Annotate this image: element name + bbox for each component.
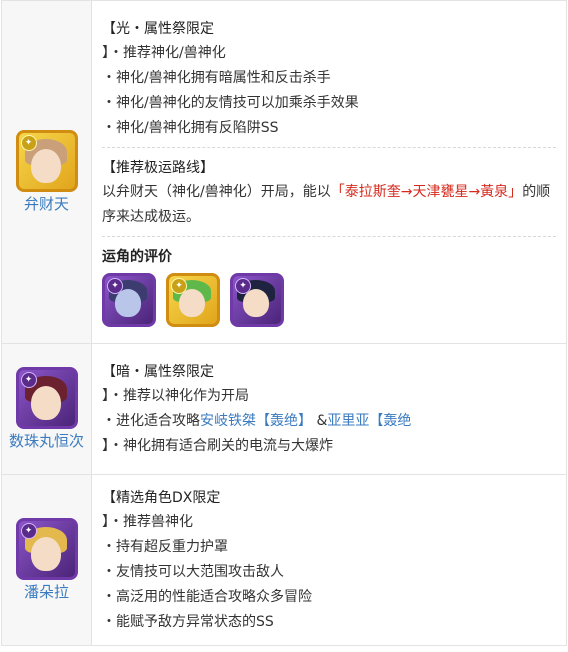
dashed-divider	[102, 236, 556, 237]
description-cell: 【暗・属性祭限定 】・推荐以神化作为开局 ・进化适合攻略安岐铁桀【轰绝】 &亚里…	[91, 343, 567, 475]
dark-dragon-portrait-icon[interactable]: ✦	[102, 273, 156, 327]
section-heading: 【暗・属性祭限定	[102, 363, 214, 380]
table-row: ✦ 潘朵拉 【精选角色DX限定 】・推荐兽神化 ・持有超反重力护罩 ・友情技可以…	[1, 474, 567, 646]
quest-link[interactable]: 安岐铁桀【轰绝】	[200, 413, 312, 429]
feature-line: 】・神化拥有适合刷关的电流与大爆炸	[102, 437, 333, 454]
feature-line: 】・推荐兽神化	[102, 513, 193, 530]
dark-attribute-icon: ✦	[235, 278, 251, 294]
route-text: 以弁财天（神化/兽神化）开局，能以「泰拉斯奎→天津甕星→黃泉」的顺序来达成极运。	[102, 180, 556, 230]
feature-line: ・持有超反重力护罩	[102, 538, 228, 555]
description-cell: 【精选角色DX限定 】・推荐兽神化 ・持有超反重力护罩 ・友情技可以大范围攻击敌…	[91, 474, 567, 646]
dashed-divider	[102, 147, 556, 148]
character-name-link[interactable]: 弁财天	[2, 194, 91, 215]
dark-attribute-icon: ✦	[20, 522, 37, 539]
face-shape	[30, 148, 61, 183]
section-heading: 【光・属性祭限定	[102, 21, 214, 37]
table-row: ✦ 数珠丸恒次 【暗・属性祭限定 】・推荐以神化作为开局 ・进化适合攻略安岐铁桀…	[1, 343, 567, 475]
dark-swordsman-portrait-icon[interactable]: ✦	[230, 273, 284, 327]
feature-line: ・能赋予敌方异常状态的SS	[102, 613, 274, 630]
benzaiten-portrait-icon[interactable]: ✦	[15, 129, 78, 192]
route-highlight: 「泰拉斯奎→天津甕星→黃泉」	[330, 184, 523, 200]
feature-line: 】・推荐神化/兽神化	[102, 45, 226, 61]
character-table: ✦ 弁财天 【光・属性祭限定 】・推荐神化/兽神化 ・神化/兽神化拥有暗属性和反…	[1, 0, 567, 646]
light-attribute-icon: ✦	[171, 278, 187, 294]
eval-title: 运角的评价	[102, 249, 172, 265]
feature-line: ・高泛用的性能适合攻略众多冒险	[102, 588, 312, 605]
character-name-link[interactable]: 数珠丸恒次	[2, 431, 91, 452]
feature-line: ・神化/兽神化拥有暗属性和反击杀手	[102, 70, 331, 86]
feature-line: ・神化/兽神化的友情技可以加乘杀手效果	[102, 95, 359, 111]
feature-line: ・神化/兽神化拥有反陷阱SS	[102, 120, 279, 136]
quest-link[interactable]: 亚里亚【轰绝	[327, 413, 411, 429]
feature-line: 】・推荐以神化作为开局	[102, 387, 249, 404]
light-attribute-icon: ✦	[20, 134, 37, 151]
dark-attribute-icon: ✦	[20, 371, 37, 388]
feature-line: ・友情技可以大范围攻击敌人	[102, 563, 284, 580]
section-heading: 【精选角色DX限定	[102, 489, 221, 506]
table-row: ✦ 弁财天 【光・属性祭限定 】・推荐神化/兽神化 ・神化/兽神化拥有暗属性和反…	[1, 0, 567, 344]
juzumaru-portrait-icon[interactable]: ✦	[15, 366, 78, 429]
green-hair-girl-portrait-icon[interactable]: ✦	[166, 273, 220, 327]
eval-icons-row: ✦ ✦ ✦	[102, 273, 556, 327]
character-cell: ✦ 潘朵拉	[1, 474, 92, 646]
character-cell: ✦ 弁财天	[1, 0, 92, 344]
character-cell: ✦ 数珠丸恒次	[1, 343, 92, 475]
description-cell: 【光・属性祭限定 】・推荐神化/兽神化 ・神化/兽神化拥有暗属性和反击杀手 ・神…	[91, 0, 567, 344]
route-text-pre: 以弁财天（神化/兽神化）开局，能以	[102, 184, 331, 200]
route-title: 【推荐极运路线】	[102, 160, 214, 176]
feature-line: ・进化适合攻略安岐铁桀【轰绝】 &亚里亚【轰绝	[102, 412, 412, 429]
dark-attribute-icon: ✦	[107, 278, 123, 294]
pandora-portrait-icon[interactable]: ✦	[15, 517, 78, 580]
character-name-link[interactable]: 潘朵拉	[2, 582, 91, 603]
